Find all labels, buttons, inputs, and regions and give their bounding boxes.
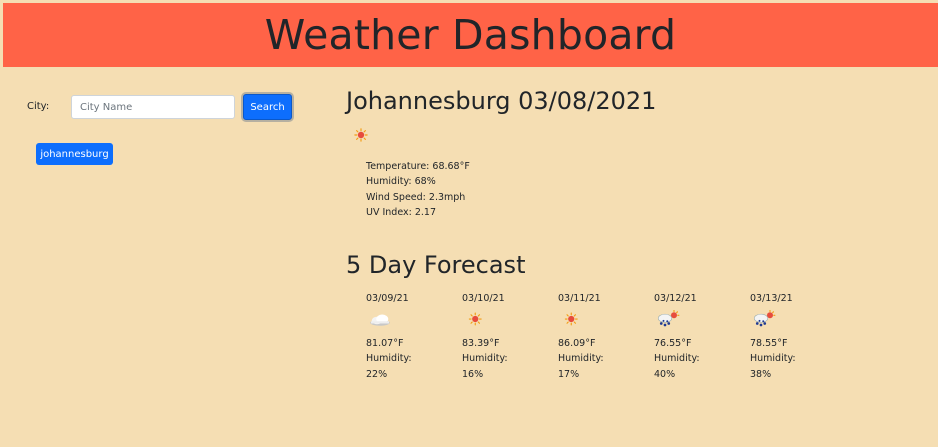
forecast-humidity-value: 16% (462, 369, 484, 380)
wind-speed-text: Wind Speed: 2.3mph (366, 191, 466, 203)
current-weather-details: Temperature: 68.68°F Humidity: 68% Wind … (366, 159, 470, 220)
sun-icon (564, 312, 578, 326)
forecast-humidity-value: 17% (558, 369, 580, 380)
forecast-date: 03/13/21 (750, 293, 793, 304)
cloud-icon (368, 310, 392, 328)
history-city-button[interactable]: johannesburg (36, 143, 113, 165)
temperature-text: Temperature: 68.68°F (366, 161, 470, 172)
forecast-date: 03/09/21 (366, 293, 409, 304)
search-button[interactable]: Search (243, 94, 292, 120)
current-city-title: Johannesburg 03/08/2021 (346, 87, 657, 115)
sun-icon (468, 312, 482, 326)
header-banner: Weather Dashboard (3, 3, 938, 67)
page-title: Weather Dashboard (264, 11, 677, 59)
forecast-temp: 83.39°F (462, 338, 500, 349)
forecast-humidity-value: 38% (750, 369, 772, 380)
city-label: City: (27, 101, 50, 112)
rain-sun-icon (656, 310, 680, 328)
forecast-temp: 81.07°F (366, 338, 404, 349)
forecast-humidity-value: 40% (654, 369, 676, 380)
rain-sun-icon (752, 310, 776, 328)
city-search-input[interactable] (71, 95, 235, 119)
forecast-humidity-label: Humidity: (654, 353, 700, 364)
humidity-text: Humidity: 68% (366, 176, 436, 188)
forecast-temp: 86.09°F (558, 338, 596, 349)
forecast-date: 03/12/21 (654, 293, 697, 304)
forecast-temp: 78.55°F (750, 338, 788, 349)
forecast-humidity-label: Humidity: (366, 353, 412, 364)
forecast-date: 03/10/21 (462, 293, 505, 304)
forecast-humidity-label: Humidity: (558, 353, 604, 364)
forecast-humidity-label: Humidity: (750, 353, 796, 364)
sun-icon (353, 128, 369, 142)
forecast-title: 5 Day Forecast (346, 251, 526, 279)
forecast-humidity-label: Humidity: (462, 353, 508, 364)
forecast-date: 03/11/21 (558, 293, 601, 304)
forecast-humidity-value: 22% (366, 369, 388, 380)
uv-index-text: UV Index: 2.17 (366, 206, 436, 218)
forecast-temp: 76.55°F (654, 338, 692, 349)
